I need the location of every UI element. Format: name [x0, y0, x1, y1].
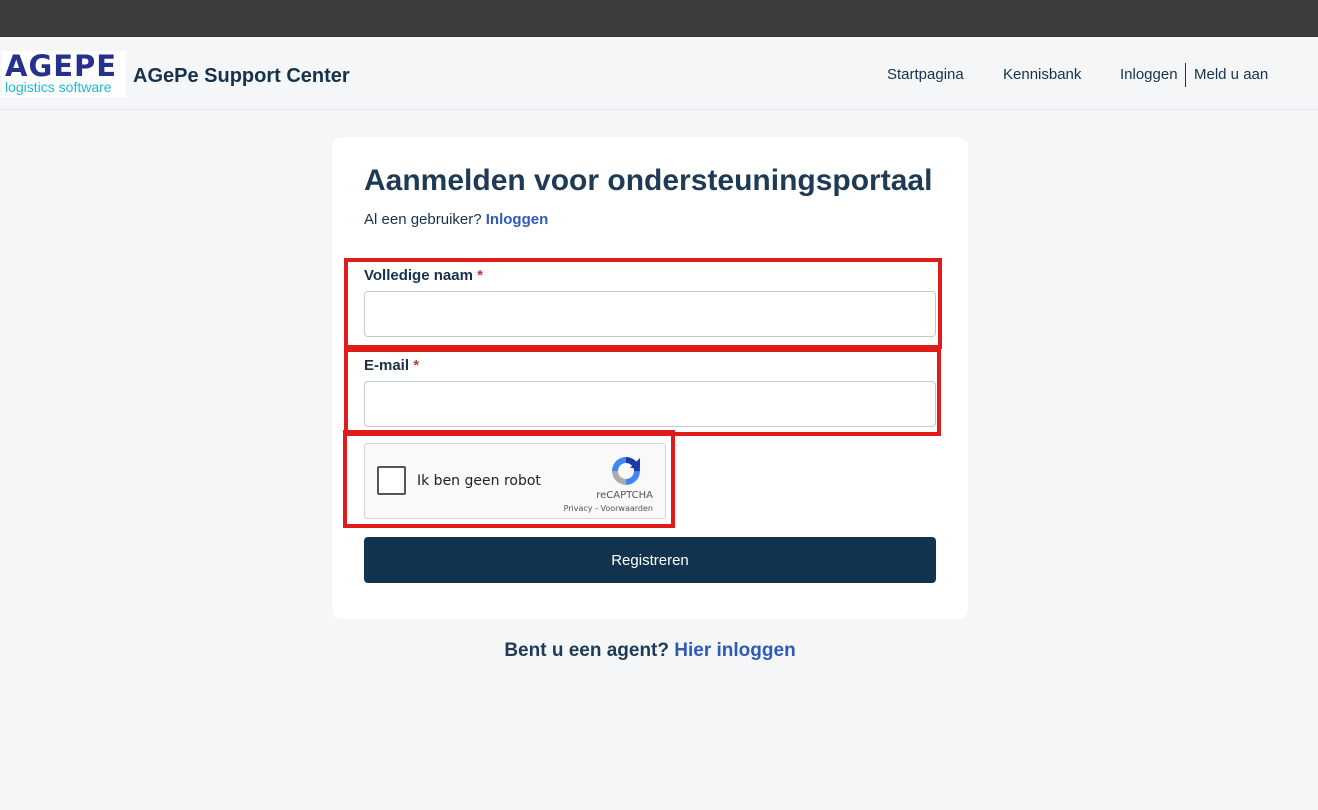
- recaptcha-checkbox[interactable]: [377, 466, 406, 495]
- site-header: AGEPE logistics software AGePe Support C…: [0, 37, 1318, 110]
- name-label-text: Volledige naam: [364, 267, 473, 284]
- email-label: E-mail *: [364, 357, 419, 375]
- register-button[interactable]: Registreren: [364, 537, 936, 583]
- name-label: Volledige naam *: [364, 267, 483, 285]
- browser-top-bar: [0, 0, 1318, 37]
- agent-prefix: Bent u een agent?: [504, 640, 669, 661]
- email-label-text: E-mail: [364, 357, 410, 374]
- site-title[interactable]: AGePe Support Center: [133, 64, 350, 88]
- nav-separator: [1185, 63, 1186, 87]
- logo-tagline: logistics software: [5, 79, 112, 95]
- nav-knowledge-base-link[interactable]: Kennisbank: [1003, 65, 1081, 85]
- existing-user-prefix: Al een gebruiker?: [364, 211, 482, 228]
- full-name-input[interactable]: [364, 291, 936, 337]
- agepe-logo[interactable]: AGEPE logistics software: [2, 49, 126, 97]
- logo-wordmark: AGEPE: [5, 49, 118, 83]
- signup-card: Aanmelden voor ondersteuningsportaal Al …: [332, 137, 968, 619]
- agent-login-text: Bent u een agent? Hier inloggen: [0, 639, 1300, 663]
- recaptcha-links[interactable]: Privacy - Voorwaarden: [564, 504, 653, 513]
- required-mark: *: [477, 267, 483, 284]
- recaptcha-label: Ik ben geen robot: [417, 473, 541, 489]
- agent-login-link[interactable]: Hier inloggen: [674, 640, 795, 661]
- recaptcha-brand: reCAPTCHA: [596, 490, 653, 501]
- page-title: Aanmelden voor ondersteuningsportaal: [364, 164, 933, 197]
- nav-login-link[interactable]: Inloggen: [1120, 65, 1178, 85]
- existing-user-text: Al een gebruiker? Inloggen: [364, 211, 548, 229]
- nav-home-link[interactable]: Startpagina: [887, 65, 964, 85]
- required-mark: *: [413, 357, 420, 374]
- recaptcha-logo-icon: [612, 457, 640, 485]
- login-link[interactable]: Inloggen: [486, 211, 549, 228]
- nav-signup-link[interactable]: Meld u aan: [1194, 65, 1268, 85]
- email-input[interactable]: [364, 381, 936, 427]
- recaptcha-widget: Ik ben geen robot reCAPTCHA Privacy - Vo…: [364, 443, 666, 519]
